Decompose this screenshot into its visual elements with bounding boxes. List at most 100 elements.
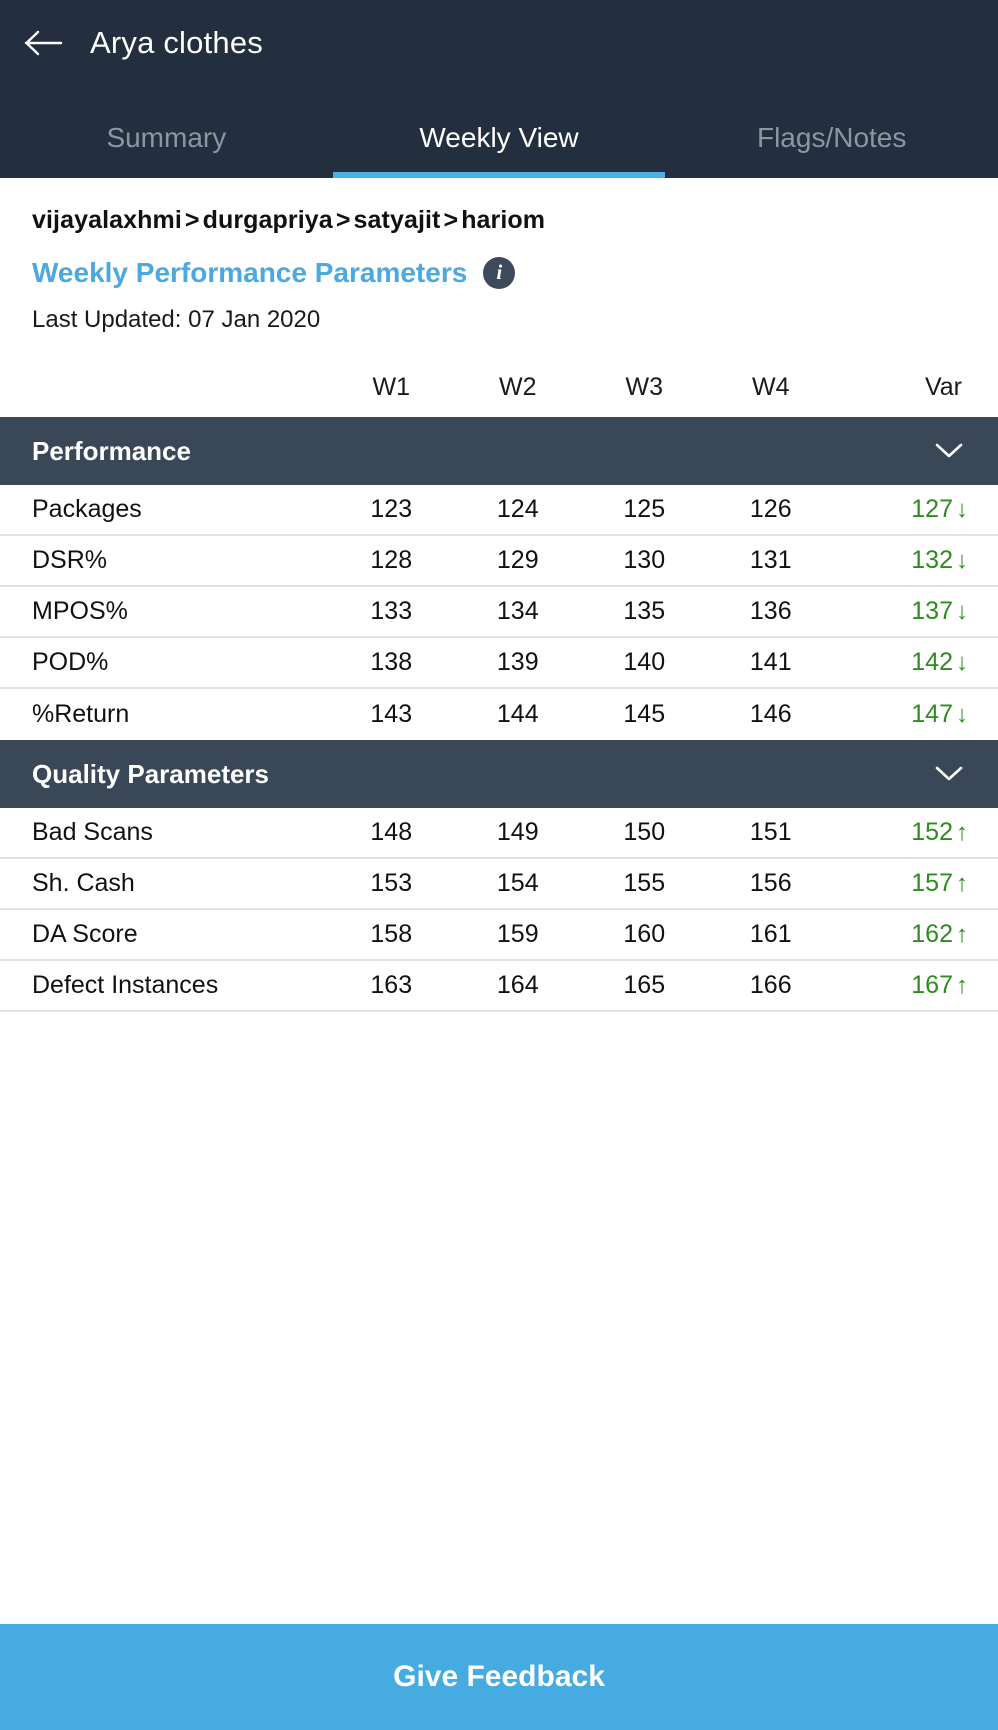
cell-w3: 125 xyxy=(623,495,666,523)
info-icon[interactable]: i xyxy=(483,257,516,289)
breadcrumb-separator: > xyxy=(335,206,351,234)
table-row[interactable]: DA Score 158 159 160 161 162 ↑ xyxy=(0,910,998,961)
meta-block: vijayalaxhmi > durgapriya > satyajit > hariom … xyxy=(0,178,998,332)
arrow-down-icon: ↓ xyxy=(956,598,968,625)
section-title: Weekly Performance Parameters xyxy=(32,257,468,288)
arrow-up-icon: ↑ xyxy=(956,921,968,948)
weekly-metrics-table: W1 W2 W3 W4 Var Performance Packages 123… xyxy=(0,332,998,1012)
info-icon-glyph: i xyxy=(496,259,503,284)
cell-w2: 129 xyxy=(496,546,539,574)
var-value: 147 xyxy=(911,700,953,728)
row-label: DA Score xyxy=(32,920,138,948)
arrow-down-icon: ↓ xyxy=(956,547,968,574)
table-row[interactable]: %Return 143 144 145 146 147 ↓ xyxy=(0,689,998,740)
column-header-var: Var xyxy=(924,372,962,401)
row-label: POD% xyxy=(32,648,109,676)
cell-w3: 150 xyxy=(623,818,666,846)
cell-w4: 141 xyxy=(749,648,792,676)
table-row[interactable]: Packages 123 124 125 126 127 ↓ xyxy=(0,485,998,536)
table-row[interactable]: POD% 138 139 140 141 142 ↓ xyxy=(0,638,998,689)
var-value: 162 xyxy=(911,920,953,948)
breadcrumb-separator: > xyxy=(184,206,200,234)
cell-var: 147 ↓ xyxy=(834,702,974,727)
tab-weekly-view[interactable]: Weekly View xyxy=(332,122,666,178)
give-feedback-label: Give Feedback xyxy=(393,1660,605,1693)
table-row[interactable]: Defect Instances 163 164 165 166 167 ↑ xyxy=(0,961,998,1012)
arrow-down-icon: ↓ xyxy=(956,701,968,728)
cell-w1: 148 xyxy=(370,818,413,846)
arrow-left-icon xyxy=(24,29,64,57)
tab-summary-label: Summary xyxy=(106,122,227,153)
app-bar: Arya clothes Summary Weekly View Flags/N… xyxy=(0,0,998,178)
arrow-up-icon: ↑ xyxy=(956,819,968,846)
var-value: 157 xyxy=(911,869,953,897)
weekly-view-screen: Arya clothes Summary Weekly View Flags/N… xyxy=(0,0,998,1730)
breadcrumb-item-1[interactable]: durgapriya xyxy=(203,206,333,234)
arrow-up-icon: ↑ xyxy=(956,972,968,999)
cell-w3: 155 xyxy=(623,869,666,897)
var-value: 142 xyxy=(911,648,953,676)
row-label: Bad Scans xyxy=(32,818,153,846)
content-area: vijayalaxhmi > durgapriya > satyajit > hariom … xyxy=(0,178,998,1624)
column-header-w1: W1 xyxy=(372,372,411,401)
tab-flags-notes[interactable]: Flags/Notes xyxy=(665,124,998,178)
row-label: Defect Instances xyxy=(32,971,219,999)
cell-w1: 123 xyxy=(370,495,413,523)
table-row[interactable]: Bad Scans 148 149 150 151 152 ↑ xyxy=(0,808,998,859)
var-value: 152 xyxy=(911,818,953,846)
table-row[interactable]: Sh. Cash 153 154 155 156 157 ↑ xyxy=(0,859,998,910)
cell-w1: 133 xyxy=(370,597,413,625)
content-spacer xyxy=(0,1012,998,1624)
tab-summary[interactable]: Summary xyxy=(0,124,333,178)
cell-var: 127 ↓ xyxy=(834,497,974,522)
table-row[interactable]: MPOS% 133 134 135 136 137 ↓ xyxy=(0,587,998,638)
cell-var: 132 ↓ xyxy=(834,548,974,573)
chevron-down-icon[interactable] xyxy=(932,434,966,468)
arrow-down-icon: ↓ xyxy=(956,649,968,676)
cell-w2: 134 xyxy=(496,597,539,625)
app-bar-top: Arya clothes xyxy=(0,0,998,85)
cell-var: 167 ↑ xyxy=(834,973,974,998)
var-value: 167 xyxy=(911,971,953,999)
cell-w4: 161 xyxy=(749,920,792,948)
cell-var: 142 ↓ xyxy=(834,650,974,675)
breadcrumb-item-3[interactable]: hariom xyxy=(461,206,545,234)
cell-w4: 136 xyxy=(749,597,792,625)
cell-w1: 153 xyxy=(370,869,413,897)
cell-w3: 140 xyxy=(623,648,666,676)
cell-w4: 131 xyxy=(749,546,792,574)
section-title-row: Weekly Performance Parameters i xyxy=(32,257,966,289)
table-row[interactable]: DSR% 128 129 130 131 132 ↓ xyxy=(0,536,998,587)
cell-w2: 164 xyxy=(496,971,539,999)
group-header-performance[interactable]: Performance xyxy=(0,417,998,485)
group-header-quality-parameters[interactable]: Quality Parameters xyxy=(0,740,998,808)
cell-w2: 154 xyxy=(496,869,539,897)
arrow-up-icon: ↑ xyxy=(956,870,968,897)
breadcrumb-item-2[interactable]: satyajit xyxy=(354,206,441,234)
column-header-w3: W3 xyxy=(625,372,664,401)
var-value: 137 xyxy=(911,597,953,625)
column-header-w2: W2 xyxy=(499,372,537,401)
arrow-down-icon: ↓ xyxy=(956,496,968,523)
give-feedback-button[interactable]: Give Feedback xyxy=(0,1624,998,1730)
cell-w3: 160 xyxy=(623,920,666,948)
cell-w3: 135 xyxy=(623,597,666,625)
breadcrumb-item-0[interactable]: vijayalaxhmi xyxy=(32,206,182,234)
cell-w2: 159 xyxy=(496,920,539,948)
column-header-w4: W4 xyxy=(752,372,790,401)
cell-w2: 139 xyxy=(496,648,539,676)
breadcrumb-separator: > xyxy=(443,206,459,234)
var-value: 132 xyxy=(911,546,953,574)
table-column-headers: W1 W2 W3 W4 Var xyxy=(0,357,998,417)
cell-w4: 166 xyxy=(749,971,792,999)
tab-weekly-view-label: Weekly View xyxy=(419,122,579,153)
cell-var: 162 ↑ xyxy=(834,922,974,947)
back-button[interactable] xyxy=(14,13,74,73)
page-title: Arya clothes xyxy=(90,25,263,60)
cell-w4: 126 xyxy=(749,495,792,523)
cell-w1: 138 xyxy=(370,648,413,676)
cell-w1: 143 xyxy=(370,700,413,728)
cell-w3: 145 xyxy=(623,700,666,728)
chevron-down-icon[interactable] xyxy=(932,757,966,791)
cell-w1: 163 xyxy=(370,971,413,999)
